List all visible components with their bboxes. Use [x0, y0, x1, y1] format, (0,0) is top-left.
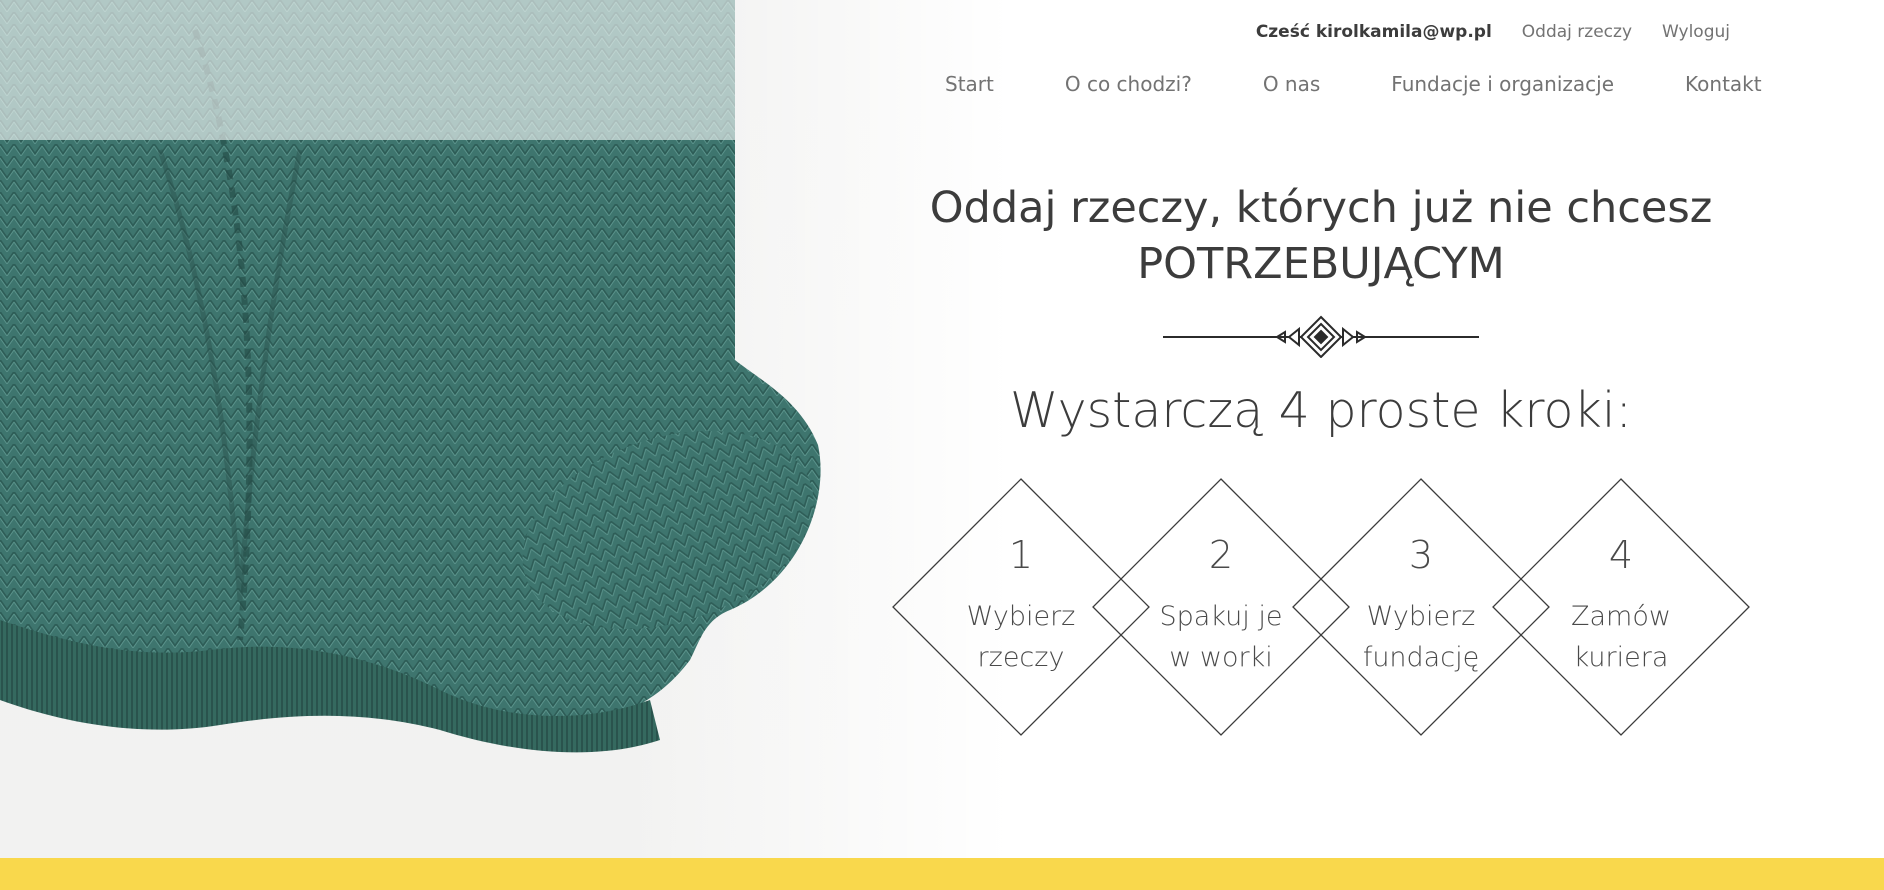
step-label-line2: fundację: [1362, 642, 1480, 673]
user-bar: Cześć kirolkamila@wp.pl Oddaj rzeczy Wyl…: [1256, 22, 1730, 42]
step-label-line2: kuriera: [1573, 642, 1669, 673]
nav-item-about-idea[interactable]: O co chodzi?: [1065, 72, 1192, 96]
ornament-divider-icon: [1163, 315, 1479, 358]
step-label-line1: Wybierz: [1366, 601, 1476, 632]
step-label-line1: Zamów: [1571, 601, 1671, 632]
step-number: 4: [1608, 533, 1634, 577]
step-label: Zamów kuriera: [1512, 596, 1730, 678]
step-label-line1: Spakuj je: [1159, 601, 1283, 632]
give-away-link[interactable]: Oddaj rzeczy: [1522, 22, 1632, 42]
user-greeting: Cześć kirolkamila@wp.pl: [1255, 22, 1492, 42]
hero-title-line2: POTRZEBUJĄCYM: [1137, 239, 1505, 289]
section-divider-bar: [0, 858, 1884, 890]
step-label-line2: w worki: [1169, 642, 1273, 673]
steps-heading: Wystarczą 4 proste kroki:: [1010, 382, 1632, 439]
step-4: 4 Zamów kuriera: [1492, 478, 1750, 736]
nav-item-about-us[interactable]: O nas: [1263, 72, 1320, 96]
nav-item-foundations[interactable]: Fundacje i organizacje: [1391, 72, 1614, 96]
main-nav: Start O co chodzi? O nas Fundacje i orga…: [945, 72, 1762, 96]
nav-item-start[interactable]: Start: [945, 72, 994, 96]
hero-sweater-image: [0, 0, 1010, 858]
steps-list: 1 Wybierz rzeczy 2 Spakuj je w worki 3 W…: [892, 478, 1752, 736]
step-label-line1: Wybierz: [966, 601, 1076, 632]
nav-item-contact[interactable]: Kontakt: [1685, 72, 1762, 96]
step-label-line2: rzeczy: [977, 642, 1065, 673]
logout-link[interactable]: Wyloguj: [1662, 22, 1730, 42]
hero-title: Oddaj rzeczy, których już nie chcesz POT…: [880, 180, 1762, 292]
hero-title-line1: Oddaj rzeczy, których już nie chcesz: [929, 183, 1713, 233]
